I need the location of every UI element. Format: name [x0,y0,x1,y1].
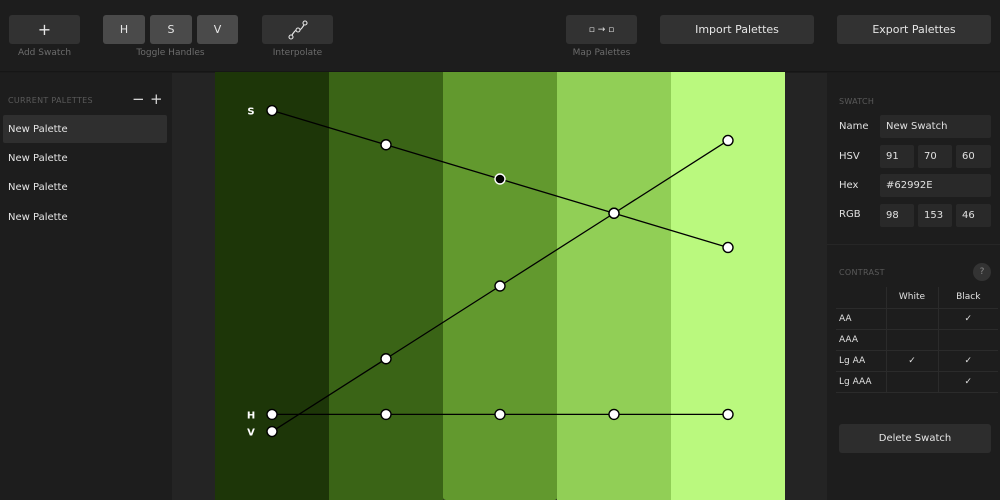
rgb-g-field[interactable]: 153 [918,204,952,227]
add-swatch-label: Add Swatch [17,48,72,58]
map-arrow-icon: ▫ → ▫ [588,24,615,35]
panel-divider [827,244,1000,245]
map-palettes-label: Map Palettes [572,48,631,58]
h-handle[interactable] [608,408,620,421]
h-handle[interactable] [494,408,506,421]
toolbar: + Add Swatch H S V Toggle Handles Interp… [0,0,1000,72]
export-palettes-label: Export Palettes [872,23,956,36]
delete-swatch-button[interactable]: Delete Swatch [839,424,991,453]
export-palettes-button[interactable]: Export Palettes [837,15,991,44]
rgb-b-field[interactable]: 46 [956,204,991,227]
hsv-label: HSV [839,151,860,162]
swatch-name-field[interactable]: New Swatch [880,115,991,138]
table-row: Lg AAA ✓ [836,371,998,393]
rgb-label: RGB [839,209,861,220]
contrast-heading: CONTRAST [839,268,885,277]
s-handle[interactable] [266,104,278,117]
toggle-handles-label: Toggle Handles [136,48,205,58]
white-check: ✓ [886,350,939,372]
h-handle[interactable] [722,408,734,421]
v-handle-label: V [247,428,255,439]
hex-field[interactable]: #62992E [880,174,991,197]
contrast-table: White Black AA ✓ AAA Lg AA ✓ ✓ Lg AAA ✓ [836,287,998,393]
name-label: Name [839,121,869,132]
interpolate-button[interactable] [262,15,333,44]
palette-item[interactable]: New Palette [3,144,167,172]
s-handle[interactable] [380,139,392,151]
interpolate-label: Interpolate [272,48,323,58]
toggle-v-button[interactable]: V [197,15,238,44]
curve-nodes-icon [287,19,308,40]
toggle-s-button[interactable]: S [150,15,192,44]
plus-icon: + [37,20,52,39]
palette-item[interactable]: New Palette [3,173,167,201]
table-row: AA ✓ [836,308,998,330]
hsv-s-field[interactable]: 70 [918,145,952,168]
s-handle-label: S [247,107,254,118]
v-handle[interactable] [722,134,734,147]
palette-sidebar: CURRENT PALETTES − + New Palette New Pal… [0,73,172,500]
black-check [938,329,998,351]
h-handle-label: H [247,410,255,421]
swatch-panel: SWATCH Name New Swatch HSV 91 70 60 Hex … [826,73,1000,500]
s-handle[interactable] [722,241,734,254]
palette-item[interactable]: New Palette [3,203,167,231]
toggle-h-label: H [119,23,129,36]
toggle-h-button[interactable]: H [103,15,145,44]
toggle-s-label: S [167,23,175,36]
rgb-r-field[interactable]: 98 [880,204,914,227]
remove-palette-button[interactable]: − [132,90,145,108]
toggle-v-label: V [213,23,222,36]
white-check [886,308,939,330]
palette-item[interactable]: New Palette [3,115,167,143]
add-palette-button[interactable]: + [150,90,163,108]
import-palettes-button[interactable]: Import Palettes [660,15,814,44]
hsv-h-field[interactable]: 91 [880,145,914,168]
contrast-corner-cell [836,287,887,309]
v-handle[interactable] [380,353,392,365]
white-check [886,329,939,351]
swatch-column[interactable] [557,72,672,500]
contrast-white-header: White [886,287,939,309]
swatch-heading: SWATCH [839,97,875,106]
add-swatch-button[interactable]: + [9,15,80,44]
v-handle[interactable] [608,207,620,219]
contrast-row-label: AA [836,308,887,330]
current-palettes-heading: CURRENT PALETTES [8,96,93,105]
black-check: ✓ [938,371,998,393]
v-handle[interactable] [494,280,506,292]
black-check: ✓ [938,350,998,372]
table-row: Lg AA ✓ ✓ [836,350,998,372]
import-palettes-label: Import Palettes [695,23,779,36]
map-palettes-button[interactable]: ▫ → ▫ [566,15,637,44]
contrast-row-label: AAA [836,329,887,351]
contrast-black-header: Black [938,287,998,309]
palette-editor[interactable]: S HV [215,72,785,500]
white-check [886,371,939,393]
contrast-header-row: White Black [836,287,998,309]
contrast-row-label: Lg AA [836,350,887,372]
h-handle[interactable] [266,408,278,421]
v-handle[interactable] [266,425,278,438]
s-handle[interactable] [494,173,506,185]
help-icon[interactable]: ? [973,263,991,281]
contrast-row-label: Lg AAA [836,371,887,393]
table-row: AAA [836,329,998,351]
swatch-column[interactable] [329,72,444,500]
h-handle[interactable] [380,408,392,421]
hex-label: Hex [839,180,859,191]
hsv-v-field[interactable]: 60 [956,145,991,168]
black-check: ✓ [938,308,998,330]
